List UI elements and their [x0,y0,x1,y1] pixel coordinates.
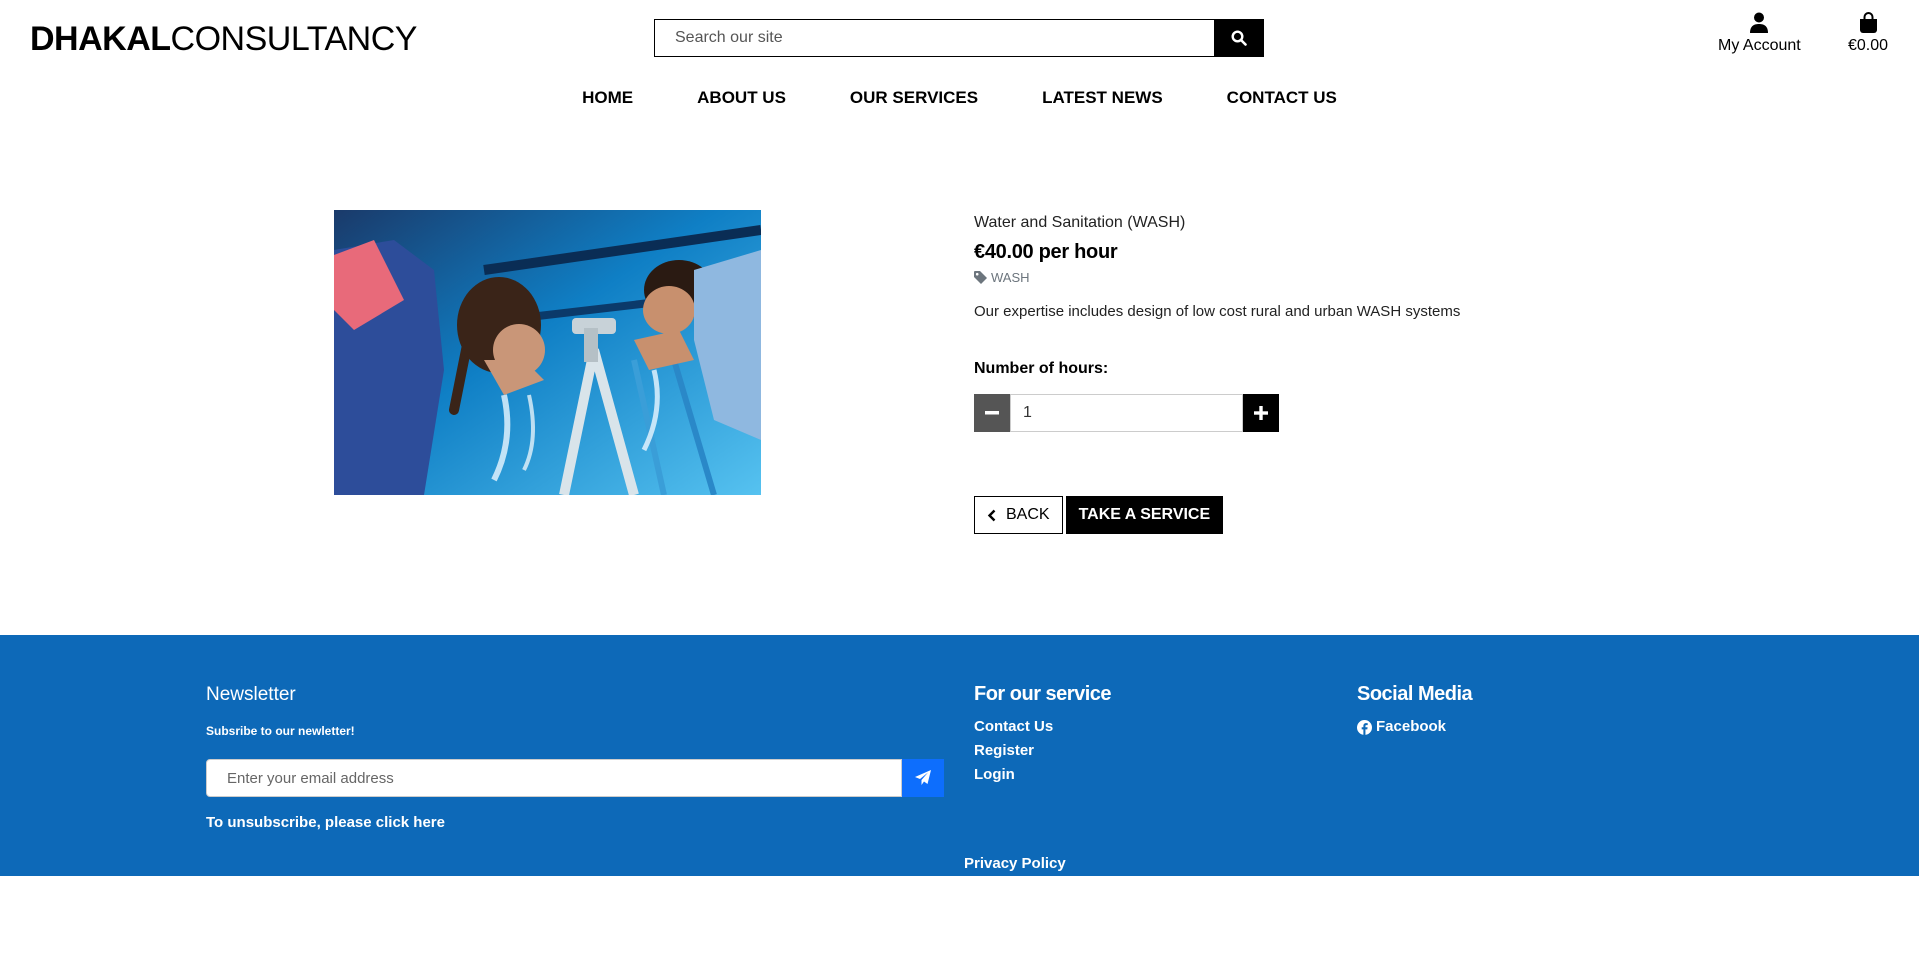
site-logo[interactable]: DHAKALCONSULTANCY [30,18,417,60]
newsletter-subtitle: Subsribe to our newletter! [206,724,355,738]
nav-item-contact-us[interactable]: CONTACT US [1195,86,1369,110]
product-image[interactable] [334,210,761,495]
minus-icon [985,411,999,415]
product-description: Our expertise includes design of low cos… [974,303,1461,320]
quantity-input[interactable] [1010,394,1243,432]
newsletter-form [206,759,944,797]
chevron-left-icon [987,509,996,521]
unsubscribe-link[interactable]: To unsubscribe, please click here [206,814,445,831]
quantity-label: Number of hours: [974,360,1109,377]
product-price: €40.00 per hour [974,241,1118,263]
back-button-label: BACK [1006,506,1050,523]
newsletter-title: Newsletter [206,684,296,705]
search-form [654,19,1264,57]
product-category-tag[interactable]: WASH [974,270,1594,285]
bag-total: €0.00 [1848,37,1889,54]
facebook-icon [1357,719,1372,735]
logo-light-text: CONSULTANCY [170,20,418,58]
logo-bold-text: DHAKAL [30,20,171,58]
plus-icon [1254,406,1268,420]
footer-link-register[interactable]: Register [974,741,1053,761]
site-footer: Newsletter Subsribe to our newletter! To… [0,635,1919,876]
back-button[interactable]: BACK [974,496,1063,534]
main-nav: HOME ABOUT US OUR SERVICES LATEST NEWS C… [0,86,1919,110]
take-a-service-button[interactable]: TAKE A SERVICE [1065,496,1224,534]
social-media-title: Social Media [1357,683,1473,705]
product-name: Water and Sanitation (WASH) [974,214,1186,231]
nav-item-about-us[interactable]: ABOUT US [665,86,818,110]
facebook-link-label: Facebook [1376,718,1447,735]
increment-button[interactable] [1243,394,1279,432]
quantity-stepper [974,394,1279,432]
nav-item-latest-news[interactable]: LATEST NEWS [1010,86,1195,110]
product-tag-label: WASH [991,270,1030,285]
privacy-policy-link[interactable]: Privacy Policy [964,855,1066,872]
my-account-link[interactable]: My Account [1718,12,1801,55]
paper-plane-icon [915,770,931,785]
my-account-label: My Account [1718,37,1801,54]
nav-item-our-services[interactable]: OUR SERVICES [818,86,1010,110]
user-icon [1750,12,1769,33]
service-section-title: For our service [974,683,1112,705]
shopping-bag-icon [1859,12,1877,33]
facebook-link[interactable]: Facebook [1357,717,1446,737]
search-button[interactable] [1214,19,1264,57]
newsletter-submit-button[interactable] [902,759,944,797]
search-input[interactable] [654,19,1214,57]
nav-item-home[interactable]: HOME [550,86,665,110]
product-actions: BACK TAKE A SERVICE [974,496,1594,534]
decrement-button[interactable] [974,394,1010,432]
service-links: Contact Us Register Login [974,717,1053,785]
search-icon [1231,30,1247,46]
shopping-bag-link[interactable]: €0.00 [1848,12,1888,55]
product-details: Water and Sanitation (WASH) €40.00 per h… [974,213,1594,534]
tag-icon [974,271,987,284]
footer-link-contact-us[interactable]: Contact Us [974,717,1053,737]
newsletter-email-input[interactable] [206,759,902,797]
footer-link-login[interactable]: Login [974,765,1053,785]
